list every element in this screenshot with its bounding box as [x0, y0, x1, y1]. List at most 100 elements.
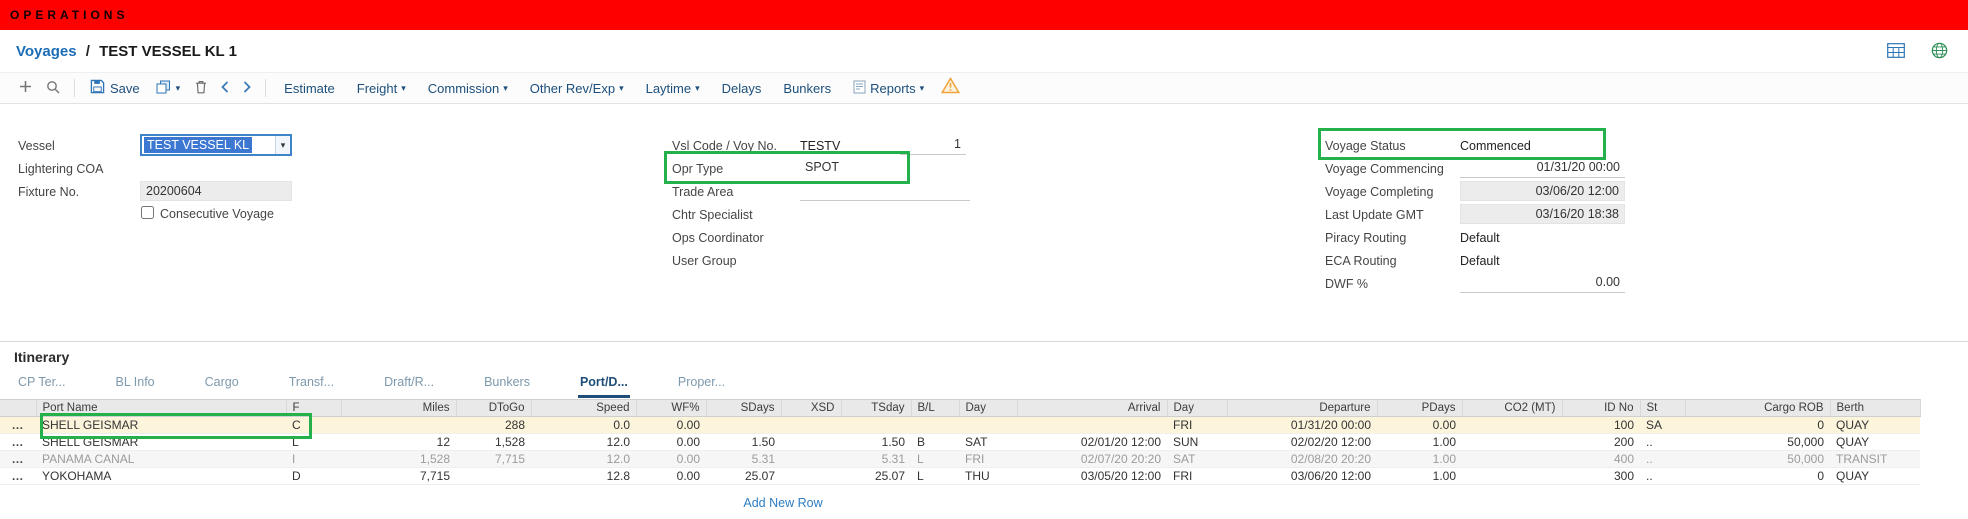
tab-properties[interactable]: Proper... [676, 373, 727, 398]
cell-st[interactable]: .. [1640, 451, 1685, 468]
column-header-wf[interactable]: WF% [636, 400, 706, 417]
cell-berth[interactable]: TRANSIT [1830, 451, 1920, 468]
column-header-st[interactable]: St [1640, 400, 1685, 417]
vessel-select[interactable]: TEST VESSEL KL ▾ [140, 134, 292, 156]
cell-tsday[interactable]: 5.31 [841, 451, 911, 468]
cell-f[interactable]: D [286, 468, 341, 485]
cell-id-no[interactable]: 200 [1562, 434, 1640, 451]
cell-xsd[interactable] [781, 434, 841, 451]
grid-icon[interactable] [1887, 43, 1905, 58]
tab-cp-terms[interactable]: CP Ter... [16, 373, 67, 398]
cell-port-name[interactable]: YOKOHAMA [36, 468, 286, 485]
cell-sdays[interactable]: 25.07 [706, 468, 781, 485]
cell-cargo-rob[interactable]: 0 [1685, 417, 1830, 434]
cell-cargo-rob[interactable]: 50,000 [1685, 434, 1830, 451]
menu-commission[interactable]: Commission ▾ [417, 77, 519, 100]
cell-xsd[interactable] [781, 451, 841, 468]
cell-speed[interactable]: 12.0 [531, 451, 636, 468]
cell-co2[interactable] [1462, 451, 1562, 468]
voyage-commencing-field[interactable]: 01/31/20 00:00 [1460, 158, 1625, 178]
cell-pdays[interactable]: 0.00 [1377, 417, 1462, 434]
cell-dtogo[interactable]: 7,715 [456, 451, 531, 468]
cell-berth[interactable]: QUAY [1830, 434, 1920, 451]
column-header-xsd[interactable]: XSD [781, 400, 841, 417]
cell-co2[interactable] [1462, 468, 1562, 485]
cell-speed[interactable]: 12.0 [531, 434, 636, 451]
cell-bl[interactable]: L [911, 468, 959, 485]
cell-miles[interactable]: 1,528 [341, 451, 456, 468]
cell-arrival-link[interactable]: 03/05/20 12:00 [1017, 468, 1167, 485]
search-button[interactable] [39, 76, 67, 101]
menu-freight[interactable]: Freight ▾ [346, 77, 417, 100]
cell-arrival-link[interactable]: 02/01/20 12:00 [1017, 434, 1167, 451]
next-record-button[interactable] [236, 77, 258, 100]
cell-arrival[interactable]: 02/07/20 20:20 [1017, 451, 1167, 468]
column-header-f[interactable]: F [286, 400, 341, 417]
row-menu-icon[interactable]: … [12, 469, 25, 483]
cell-st[interactable]: SA [1640, 417, 1685, 434]
itinerary-row[interactable]: … SHELL GEISMAR L 12 1,528 12.0 0.00 1.5… [0, 434, 1920, 451]
cell-wf[interactable]: 0.00 [636, 434, 706, 451]
itinerary-row[interactable]: … PANAMA CANAL I 1,528 7,715 12.0 0.00 5… [0, 451, 1920, 468]
cell-miles[interactable]: 12 [341, 434, 456, 451]
cell-miles[interactable] [341, 417, 456, 434]
tab-cargo[interactable]: Cargo [203, 373, 241, 398]
cell-co2[interactable] [1462, 434, 1562, 451]
menu-bunkers[interactable]: Bunkers [772, 77, 842, 100]
cell-cargo-rob[interactable]: 50,000 [1685, 451, 1830, 468]
itinerary-row[interactable]: … YOKOHAMA D 7,715 12.8 0.00 25.07 25.07… [0, 468, 1920, 485]
menu-delays[interactable]: Delays [711, 77, 773, 100]
warning-icon[interactable] [941, 77, 960, 99]
tab-bunkers[interactable]: Bunkers [482, 373, 532, 398]
column-header-bl[interactable]: B/L [911, 400, 959, 417]
cell-sdays[interactable]: 5.31 [706, 451, 781, 468]
eca-routing-value[interactable]: Default [1460, 251, 1500, 271]
piracy-routing-value[interactable]: Default [1460, 228, 1500, 248]
cell-sdays[interactable]: 1.50 [706, 434, 781, 451]
cell-dtogo[interactable]: 288 [456, 417, 531, 434]
delete-button[interactable] [188, 76, 214, 101]
column-header-co2[interactable]: CO2 (MT) [1462, 400, 1562, 417]
column-header-speed[interactable]: Speed [531, 400, 636, 417]
cell-f[interactable]: L [286, 434, 341, 451]
row-menu-icon[interactable]: … [12, 452, 25, 466]
globe-icon[interactable] [1931, 42, 1948, 59]
cell-arrival-day[interactable]: FRI [959, 451, 1017, 468]
cell-wf[interactable]: 0.00 [636, 417, 706, 434]
column-header-sdays[interactable]: SDays [706, 400, 781, 417]
cell-departure-day[interactable]: FRI [1167, 417, 1227, 434]
cell-pdays[interactable]: 1.00 [1377, 468, 1462, 485]
cell-departure-day[interactable]: SAT [1167, 451, 1227, 468]
cell-st[interactable]: .. [1640, 468, 1685, 485]
trade-area-field[interactable] [800, 181, 970, 201]
menu-laytime[interactable]: Laytime ▾ [635, 77, 711, 100]
cell-cargo-rob[interactable]: 0 [1685, 468, 1830, 485]
cell-miles[interactable]: 7,715 [341, 468, 456, 485]
cell-f[interactable]: I [286, 451, 341, 468]
voyage-status-value[interactable]: Commenced [1460, 136, 1531, 156]
cell-departure-link[interactable]: 03/06/20 12:00 [1227, 468, 1377, 485]
column-header-departure[interactable]: Departure [1227, 400, 1377, 417]
row-menu-icon[interactable]: … [12, 418, 25, 432]
cell-wf[interactable]: 0.00 [636, 451, 706, 468]
cell-id-no[interactable]: 300 [1562, 468, 1640, 485]
cell-departure-day[interactable]: FRI [1167, 468, 1227, 485]
cell-sdays[interactable] [706, 417, 781, 434]
menu-reports[interactable]: Reports ▾ [842, 76, 935, 101]
opr-type-field[interactable]: SPOT [800, 158, 900, 178]
cell-port-name[interactable]: SHELL GEISMAR [36, 417, 286, 434]
column-header-arrival-day[interactable]: Day [959, 400, 1017, 417]
cell-speed-link[interactable]: 12.8 [531, 468, 636, 485]
cell-xsd[interactable] [781, 468, 841, 485]
cell-pdays[interactable]: 1.00 [1377, 451, 1462, 468]
column-header-cargo-rob[interactable]: Cargo ROB [1685, 400, 1830, 417]
cell-arrival[interactable] [1017, 417, 1167, 434]
save-button[interactable]: Save [82, 75, 148, 101]
column-header-port-name[interactable]: Port Name [36, 400, 286, 417]
cell-bl[interactable]: L [911, 451, 959, 468]
cell-speed[interactable]: 0.0 [531, 417, 636, 434]
row-menu-icon[interactable]: … [12, 435, 25, 449]
cell-arrival-day[interactable] [959, 417, 1017, 434]
cell-dtogo[interactable]: 1,528 [456, 434, 531, 451]
cell-berth[interactable]: QUAY [1830, 468, 1920, 485]
